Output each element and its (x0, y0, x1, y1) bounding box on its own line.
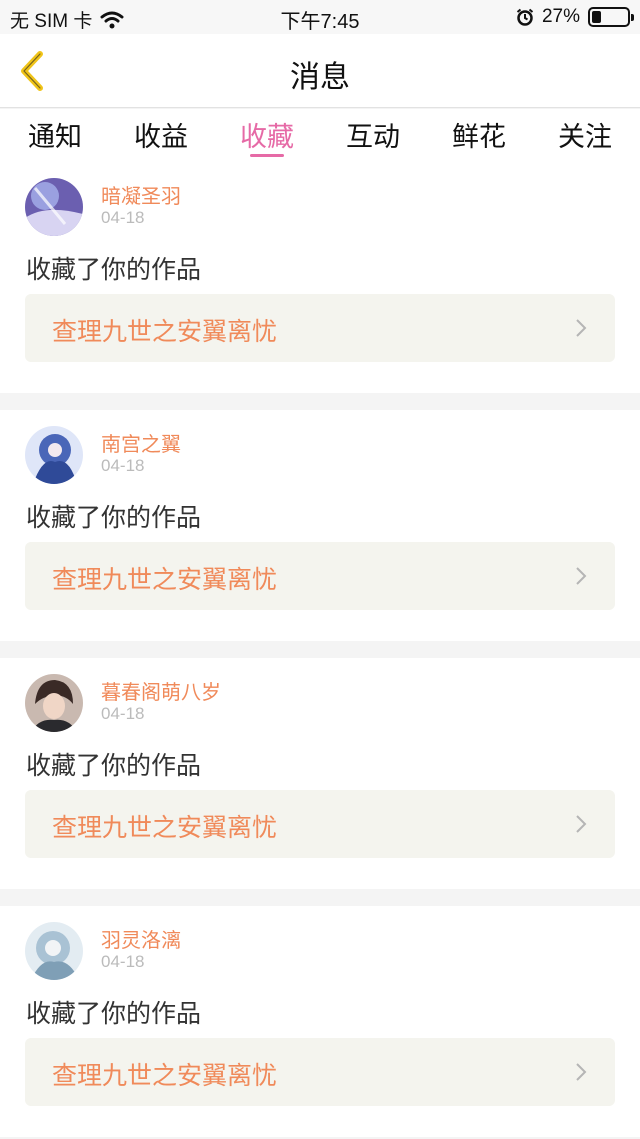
user-name[interactable]: 暗凝圣羽 (101, 180, 181, 209)
work-link[interactable]: 查理九世之安翼离忧 (25, 790, 615, 858)
message-card: 南宫之翼 04-18 收藏了你的作品 查理九世之安翼离忧 (0, 410, 640, 641)
avatar[interactable] (25, 426, 83, 484)
chevron-right-icon (576, 815, 587, 833)
message-card: 暮春阁萌八岁 04-18 收藏了你的作品 查理九世之安翼离忧 (0, 658, 640, 889)
alarm-icon (516, 8, 534, 26)
battery-icon (588, 7, 634, 27)
message-text: 收藏了你的作品 (26, 503, 202, 532)
tab-flowers[interactable]: 鲜花 (434, 115, 524, 154)
avatar[interactable] (25, 922, 83, 980)
page-title: 消息 (290, 60, 350, 95)
work-link[interactable]: 查理九世之安翼离忧 (25, 294, 615, 362)
message-text: 收藏了你的作品 (26, 751, 202, 780)
user-name[interactable]: 暮春阁萌八岁 (101, 676, 221, 705)
work-title: 查理九世之安翼离忧 (52, 317, 278, 346)
user-name[interactable]: 南宫之翼 (101, 428, 181, 457)
user-name[interactable]: 羽灵洛漓 (101, 924, 181, 953)
work-title: 查理九世之安翼离忧 (52, 813, 278, 842)
status-bar: 无 SIM 卡 下午7:45 27% (0, 0, 640, 34)
work-title: 查理九世之安翼离忧 (52, 565, 278, 594)
battery-percent: 27% (541, 6, 580, 27)
message-card: 羽灵洛漓 04-18 收藏了你的作品 查理九世之安翼离忧 (0, 906, 640, 1137)
nav-bar: 消息 (0, 34, 640, 108)
tab-favorites[interactable]: 收藏 (222, 115, 312, 154)
tab-earnings[interactable]: 收益 (116, 115, 206, 154)
message-text: 收藏了你的作品 (26, 999, 202, 1028)
message-date: 04-18 (101, 208, 145, 227)
tab-interactions[interactable]: 互动 (328, 115, 418, 154)
tab-notifications[interactable]: 通知 (10, 115, 100, 154)
avatar[interactable] (25, 674, 83, 732)
message-card: 暗凝圣羽 04-18 收藏了你的作品 查理九世之安翼离忧 (0, 162, 640, 393)
work-link[interactable]: 查理九世之安翼离忧 (25, 542, 615, 610)
tab-following[interactable]: 关注 (540, 115, 630, 154)
chevron-right-icon (576, 319, 587, 337)
chevron-right-icon (576, 567, 587, 585)
battery-fill (592, 11, 601, 23)
status-right: 27% (516, 6, 634, 28)
work-title: 查理九世之安翼离忧 (52, 1061, 278, 1090)
message-text: 收藏了你的作品 (26, 255, 202, 284)
message-date: 04-18 (101, 952, 145, 971)
active-tab-indicator (250, 154, 284, 157)
message-date: 04-18 (101, 456, 145, 475)
tab-bar: 通知 收益 收藏 互动 鲜花 关注 (0, 109, 640, 167)
work-link[interactable]: 查理九世之安翼离忧 (25, 1038, 615, 1106)
chevron-right-icon (576, 1063, 587, 1081)
avatar[interactable] (25, 178, 83, 236)
message-date: 04-18 (101, 704, 145, 723)
